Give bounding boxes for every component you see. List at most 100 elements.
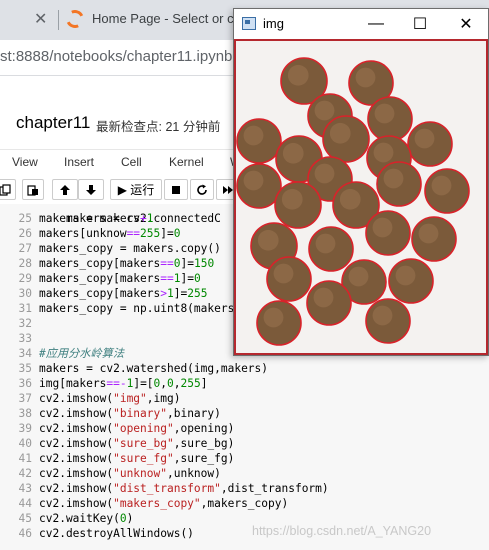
menu-cell[interactable]: Cell <box>121 155 142 169</box>
line-number: 36 <box>18 377 32 390</box>
coin-highlight <box>273 263 294 284</box>
menu-insert[interactable]: Insert <box>64 155 94 169</box>
paste-button[interactable] <box>22 179 44 200</box>
coin-highlight <box>329 122 351 144</box>
line-number: 43 <box>18 482 32 495</box>
url-text[interactable]: st:8888/notebooks/chapter11.ipynb <box>0 48 232 65</box>
code-line[interactable]: 43 cv2.imshow("dist_transform",dist_trans… <box>0 481 489 496</box>
coin-highlight <box>348 266 369 287</box>
code-text: cv2.imshow("unknow",unknow) <box>39 467 221 480</box>
stop-icon <box>172 185 180 194</box>
line-number: 34 <box>18 347 32 360</box>
code-text: makers_copy = makers.copy() <box>39 242 221 255</box>
line-number: 44 <box>18 497 32 510</box>
jupyter-logo-icon <box>63 7 87 31</box>
move-up-button[interactable] <box>52 179 78 200</box>
coins-image <box>236 57 470 346</box>
coin-highlight <box>418 223 439 244</box>
coin-highlight <box>281 188 303 210</box>
code-text: makers_copy[makers>1]=255 <box>39 287 208 300</box>
line-number: 33 <box>18 332 32 345</box>
code-text: cv2.imshow("img",img) <box>39 392 181 405</box>
code-text: cv2.imshow("sure_fg",sure_fg) <box>39 452 235 465</box>
maximize-button[interactable]: ☐ <box>404 12 436 36</box>
restart-icon <box>197 184 207 195</box>
code-line[interactable]: 35 makers = cv2.watershed(img,makers) <box>0 361 489 376</box>
coin-highlight <box>263 307 284 328</box>
coin-highlight <box>431 175 452 196</box>
line-number: 31 <box>18 302 32 315</box>
line-number: 46 <box>18 527 32 540</box>
menu-view[interactable]: View <box>12 155 38 169</box>
coin-highlight <box>313 287 334 308</box>
coin-highlight <box>315 233 336 254</box>
move-down-button[interactable] <box>78 179 104 200</box>
code-text: #应用分水岭算法 <box>39 347 125 360</box>
run-label: ▶ 运行 <box>117 182 155 197</box>
code-line[interactable]: 36 img[makers==-1]=[0,0,255] <box>0 376 489 391</box>
code-text: makers_copy[makers==1]=0 <box>39 272 201 285</box>
coin-highlight <box>314 163 335 184</box>
code-line[interactable]: 40 cv2.imshow("sure_bg",sure_bg) <box>0 436 489 451</box>
close-button[interactable]: ✕ <box>450 12 482 36</box>
image-window[interactable]: img — ☐ ✕ <box>233 8 489 356</box>
line-number: 29 <box>18 272 32 285</box>
code-text: makers = makers+1 <box>39 212 154 225</box>
window-titlebar[interactable]: img — ☐ ✕ <box>234 9 488 39</box>
coin-highlight <box>383 168 404 189</box>
coin-highlight <box>282 142 304 164</box>
line-number: 37 <box>18 392 32 405</box>
line-number: 25 <box>18 212 32 225</box>
code-text: cv2.imshow("dist_transform",dist_transfo… <box>39 482 329 495</box>
coin-highlight <box>243 170 264 191</box>
line-number: 42 <box>18 467 32 480</box>
minimize-button[interactable]: — <box>360 12 392 36</box>
tab-separator <box>58 10 59 30</box>
code-text: cv2.imshow("binary",binary) <box>39 407 221 420</box>
code-line[interactable]: 42 cv2.imshow("unknow",unknow) <box>0 466 489 481</box>
coin-highlight <box>414 128 435 149</box>
coin-highlight <box>355 67 376 88</box>
code-text: makers = cv2.watershed(img,makers) <box>39 362 269 375</box>
code-text: cv2.imshow("opening",opening) <box>39 422 235 435</box>
arrow-down-icon <box>86 184 96 195</box>
restart-button[interactable] <box>190 179 214 200</box>
line-number: 26 <box>18 227 32 240</box>
coin-highlight <box>287 64 309 86</box>
code-text: cv2.imshow("sure_bg",sure_bg) <box>39 437 235 450</box>
code-line[interactable]: 39 cv2.imshow("opening",opening) <box>0 421 489 436</box>
tab-close-icon[interactable]: ✕ <box>34 10 47 30</box>
coin-highlight <box>243 125 264 146</box>
line-number: 32 <box>18 317 32 330</box>
code-text: cv2.destroyAllWindows() <box>39 527 194 540</box>
code-text: cv2.imshow("makers_copy",makers_copy) <box>39 497 289 510</box>
code-line[interactable]: 41 cv2.imshow("sure_fg",sure_fg) <box>0 451 489 466</box>
code-text: makers_copy[makers==0]=150 <box>39 257 215 270</box>
stop-button[interactable] <box>164 179 188 200</box>
coin-highlight <box>339 188 361 210</box>
copy-icon <box>0 183 11 196</box>
line-number: 41 <box>18 452 32 465</box>
menu-kernel[interactable]: Kernel <box>169 155 204 169</box>
window-title: img <box>263 16 284 31</box>
browser-tab-title[interactable]: Home Page - Select or c <box>92 11 234 26</box>
line-number: 30 <box>18 287 32 300</box>
checkpoint-status: 最新检查点: 21 分钟前 <box>96 120 221 134</box>
coin-highlight <box>395 265 416 286</box>
arrow-up-icon <box>60 184 70 195</box>
coin-highlight <box>374 103 395 124</box>
code-text: cv2.waitKey(0) <box>39 512 134 525</box>
copy-button[interactable] <box>0 179 16 200</box>
code-line[interactable]: 37 cv2.imshow("img",img) <box>0 391 489 406</box>
coin-highlight <box>314 100 335 121</box>
code-line[interactable]: 44 cv2.imshow("makers_copy",makers_copy) <box>0 496 489 511</box>
run-button[interactable]: ▶ 运行 <box>110 179 162 200</box>
coin-highlight <box>372 305 393 326</box>
coin-highlight <box>257 229 279 251</box>
line-number: 45 <box>18 512 32 525</box>
line-number: 40 <box>18 437 32 450</box>
code-line[interactable]: 38 cv2.imshow("binary",binary) <box>0 406 489 421</box>
image-window-icon <box>242 17 256 30</box>
notebook-title[interactable]: chapter11 <box>16 113 90 133</box>
line-number: 28 <box>18 257 32 270</box>
